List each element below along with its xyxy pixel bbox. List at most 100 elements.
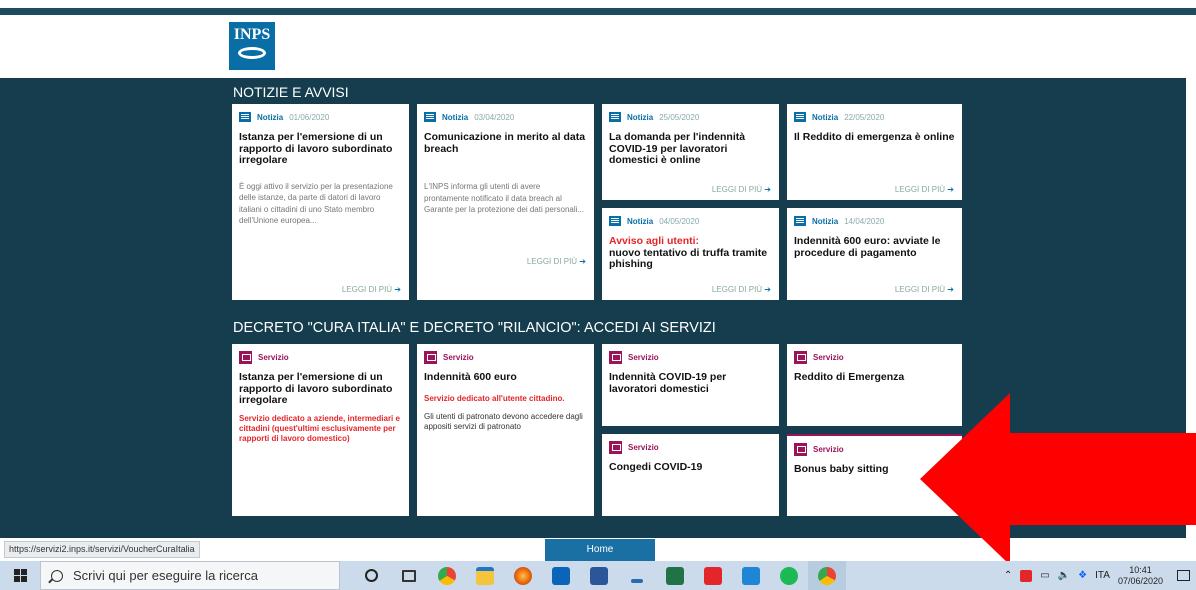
service-card[interactable]: Servizio Istanza per l'emersione di un r… [232, 344, 409, 516]
app-icon[interactable] [618, 561, 656, 590]
news-tag: Notizia [257, 112, 284, 122]
news-title[interactable]: Indennità 600 euro: avviate le procedure… [794, 235, 955, 259]
service-tag: Servizio [443, 352, 474, 362]
service-card[interactable]: Servizio Congedi COVID-19 [602, 434, 779, 516]
computer-icon [609, 350, 622, 364]
news-section-title: NOTIZIE E AVVISI [233, 84, 349, 100]
inps-logo[interactable]: INPS [229, 22, 275, 70]
news-date: 14/04/2020 [844, 216, 885, 226]
computer-icon [239, 350, 252, 364]
services-section-title: DECRETO "CURA ITALIA" E DECRETO "RILANCI… [233, 320, 716, 336]
chevron-up-icon[interactable]: ⌃ [1004, 570, 1012, 581]
taskbar-search[interactable]: Scrivi qui per eseguire la ricerca [40, 561, 340, 590]
computer-icon [424, 350, 437, 364]
read-more-link[interactable]: LEGGI DI PIÙ [527, 257, 586, 266]
service-tag: Servizio [628, 352, 659, 362]
search-icon [51, 569, 63, 582]
firefox-icon[interactable] [504, 561, 542, 590]
windows-icon [13, 569, 27, 582]
news-date: 03/04/2020 [474, 112, 515, 122]
service-tag: Servizio [813, 352, 844, 362]
system-tray: ⌃ ▭ 🔈 ❖ ITA 10:41 07/06/2020 [1004, 561, 1196, 590]
service-tag: Servizio [628, 442, 659, 452]
read-more-link[interactable]: LEGGI DI PIÙ [342, 285, 401, 294]
acrobat-icon[interactable] [694, 561, 732, 590]
status-url: https://servizi2.inps.it/servizi/Voucher… [4, 541, 200, 558]
computer-icon [794, 350, 807, 364]
excel-icon[interactable] [656, 561, 694, 590]
service-title[interactable]: Reddito di Emergenza [794, 371, 955, 384]
cortana-icon[interactable] [352, 561, 390, 590]
service-notice: Servizio dedicato a aziende, intermediar… [239, 413, 400, 443]
news-date: 01/06/2020 [289, 112, 330, 122]
service-note: Gli utenti di patronato devono accedere … [424, 411, 583, 431]
home-button[interactable]: Home [545, 539, 655, 561]
news-tag: Notizia [627, 112, 654, 122]
news-card[interactable]: Notizia 01/06/2020 Istanza per l'emersion… [232, 104, 409, 300]
computer-icon [794, 442, 807, 456]
news-card[interactable]: Notizia 03/04/2020 Comunicazione in merit… [417, 104, 594, 300]
news-body: L'INPS informa gli utenti di avere pront… [424, 182, 585, 214]
news-tag: Notizia [812, 112, 839, 122]
service-card[interactable]: Servizio Indennità 600 euro Servizio ded… [417, 344, 594, 516]
service-title[interactable]: Indennità COVID-19 per lavoratori domest… [609, 371, 772, 395]
red-arrow-annotation [920, 393, 1196, 565]
clock-date: 07/06/2020 [1117, 575, 1163, 586]
news-icon [794, 112, 806, 122]
search-placeholder: Scrivi qui per eseguire la ricerca [73, 568, 258, 583]
news-title[interactable]: La domanda per l'indennità COVID-19 per … [609, 131, 772, 167]
news-title[interactable]: Istanza per l'emersione di un rapporto d… [239, 131, 402, 167]
news-date: 04/05/2020 [659, 216, 700, 226]
read-more-link[interactable]: LEGGI DI PIÙ [712, 285, 771, 294]
battery-icon[interactable]: ▭ [1040, 570, 1049, 581]
news-title[interactable]: Il Reddito di emergenza è online [794, 131, 955, 144]
news-body: È oggi attivo il servizio per la present… [239, 181, 393, 226]
acrobat-tray-icon[interactable] [1020, 569, 1033, 582]
taskbar: Scrivi qui per eseguire la ricerca ⌃ ▭ 🔈… [0, 561, 1196, 590]
computer-icon [609, 440, 622, 454]
news-icon [609, 216, 621, 226]
read-more-link[interactable]: LEGGI DI PIÙ [895, 185, 954, 194]
service-card[interactable]: Servizio Indennità COVID-19 per lavorato… [602, 344, 779, 426]
top-border [0, 8, 1196, 15]
news-card[interactable]: Notizia 22/05/2020 Il Reddito di emergenz… [787, 104, 962, 200]
service-title[interactable]: Congedi COVID-19 [609, 461, 772, 474]
clock-time: 10:41 [1129, 564, 1152, 575]
news-tag: Notizia [812, 216, 839, 226]
service-title[interactable]: Istanza per l'emersione di un rapporto d… [239, 371, 402, 407]
service-notice: Servizio dedicato all'utente cittadino. [424, 393, 565, 403]
news-card[interactable]: Notizia 04/05/2020 Avviso agli utenti: nuo… [602, 208, 779, 300]
news-date: 25/05/2020 [659, 112, 700, 122]
news-title[interactable]: Comunicazione in merito al data breach [424, 131, 587, 155]
news-title[interactable]: nuovo tentativo di truffa tramite phishi… [609, 247, 767, 271]
logo-swoosh-icon [238, 47, 266, 59]
chrome-icon[interactable] [428, 561, 466, 590]
spotify-icon[interactable] [770, 561, 808, 590]
clock[interactable]: 10:41 07/06/2020 [1118, 565, 1163, 587]
notification-icon[interactable] [1177, 570, 1190, 581]
task-view-icon[interactable] [390, 561, 428, 590]
file-explorer-icon[interactable] [466, 561, 504, 590]
read-more-link[interactable]: LEGGI DI PIÙ [712, 185, 771, 194]
news-icon [424, 112, 436, 122]
service-tag: Servizio [258, 352, 289, 362]
read-more-link[interactable]: LEGGI DI PIÙ [895, 285, 954, 294]
volume-icon[interactable]: 🔈 [1058, 570, 1070, 581]
word-icon[interactable] [580, 561, 618, 590]
outlook-icon[interactable] [542, 561, 580, 590]
news-card[interactable]: Notizia 14/04/2020 Indennità 600 euro: av… [787, 208, 962, 300]
service-title[interactable]: Indennità 600 euro [424, 371, 587, 384]
news-card[interactable]: Notizia 25/05/2020 La domanda per l'inden… [602, 104, 779, 200]
paint-icon[interactable] [732, 561, 770, 590]
news-icon [609, 112, 621, 122]
logo-text: INPS [233, 26, 271, 43]
dropbox-icon[interactable]: ❖ [1078, 570, 1087, 581]
news-icon [239, 112, 251, 122]
language-indicator[interactable]: ITA [1095, 570, 1110, 581]
news-alert: Avviso agli utenti: [609, 235, 700, 247]
news-date: 22/05/2020 [844, 112, 885, 122]
service-tag: Servizio [813, 444, 844, 454]
start-button[interactable] [0, 561, 40, 590]
chrome-active-icon[interactable] [808, 561, 846, 590]
news-tag: Notizia [442, 112, 469, 122]
